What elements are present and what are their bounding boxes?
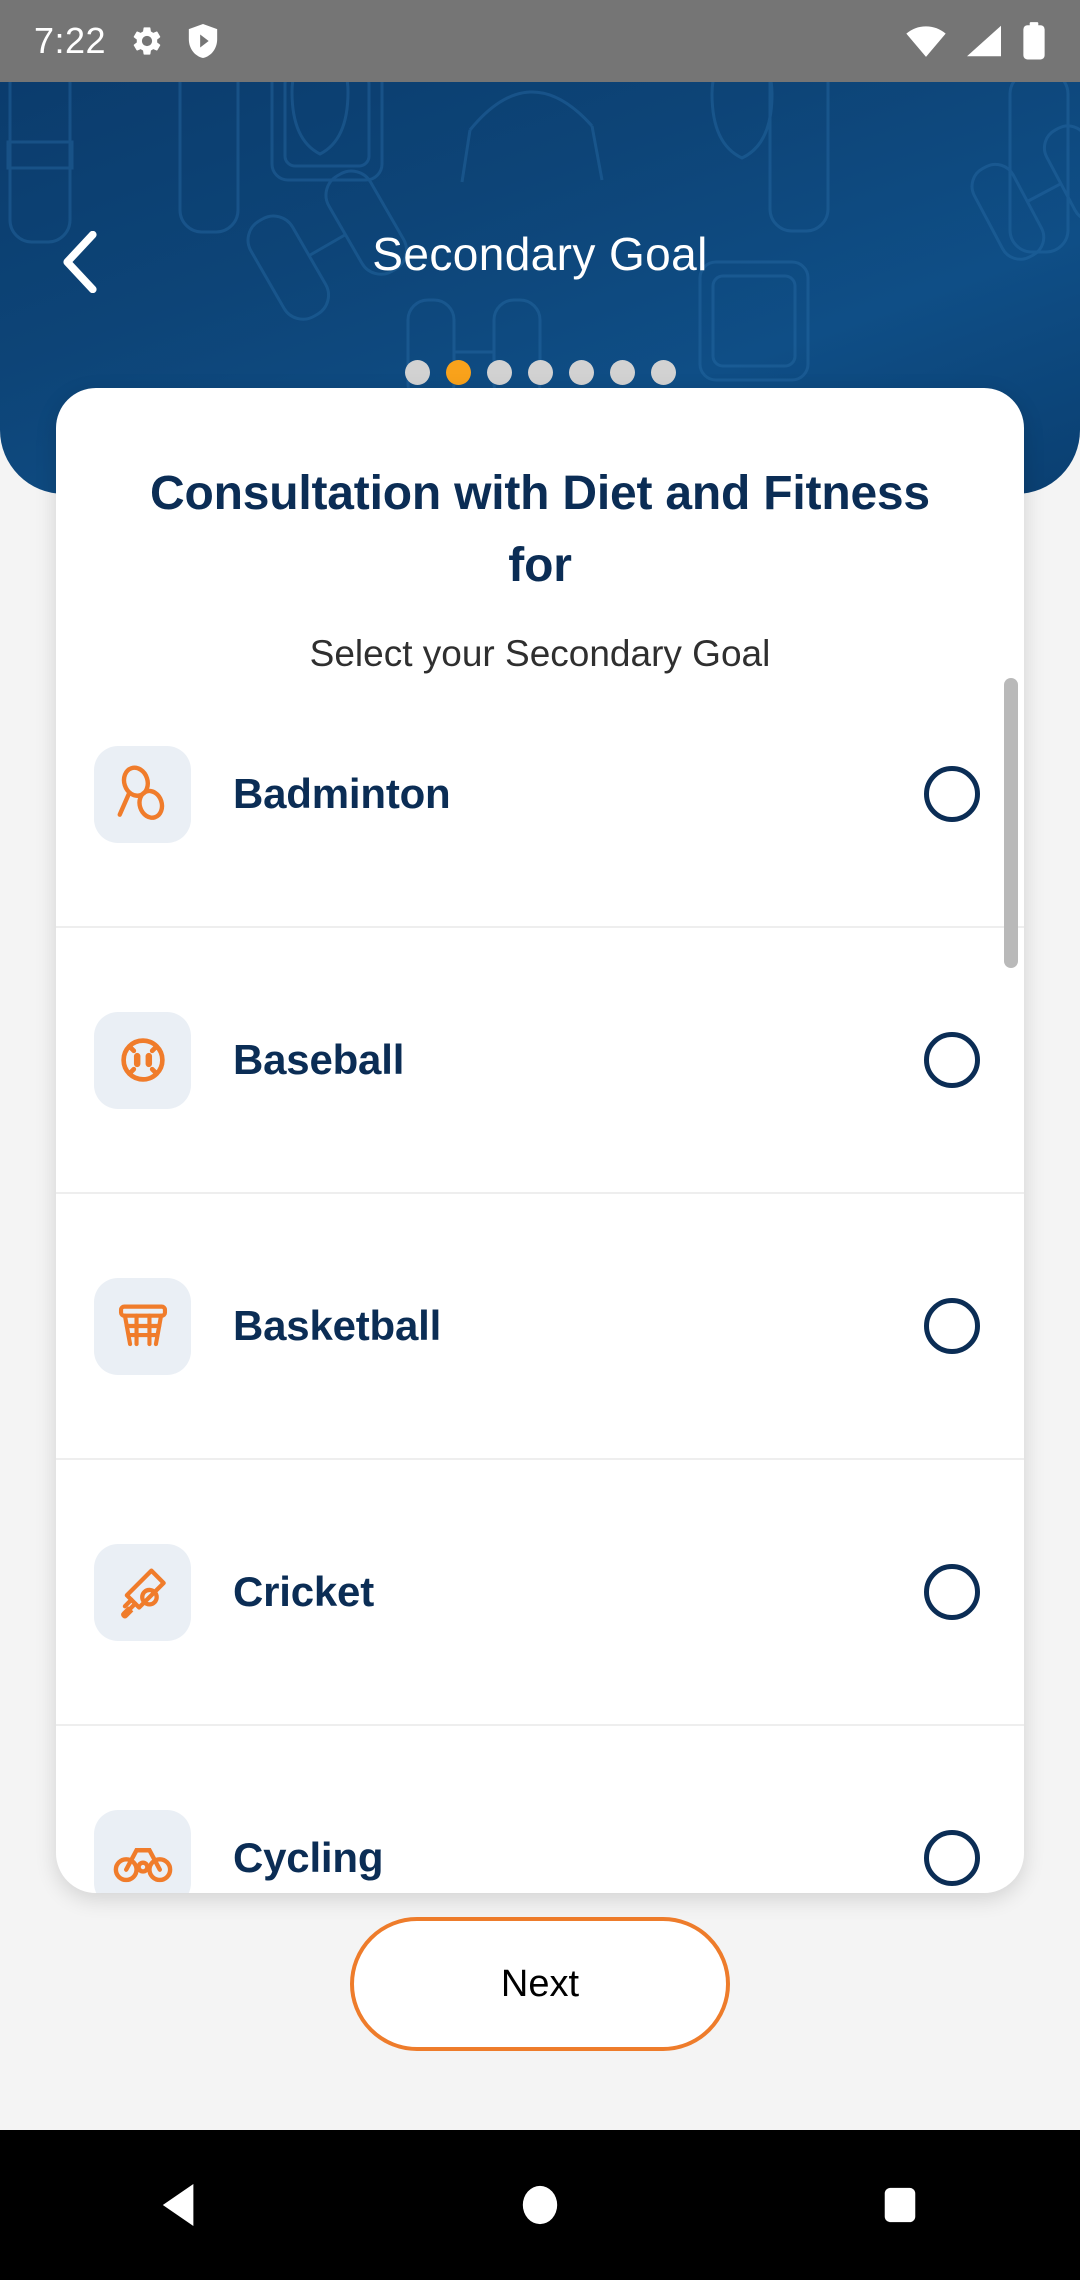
badminton-icon-container [94, 745, 191, 843]
gear-icon [133, 27, 161, 55]
nav-back-button[interactable] [105, 2130, 255, 2280]
pagination-dot-1[interactable] [404, 360, 430, 385]
pagination-dot-6[interactable] [609, 360, 635, 385]
option-row-cycling[interactable]: Cycling [56, 1726, 1024, 1893]
option-radio-cricket[interactable] [924, 1564, 980, 1620]
page-title: Secondary Goal [372, 228, 708, 280]
list-scrollbar[interactable] [1004, 662, 1018, 1893]
option-row-badminton[interactable]: Badminton [56, 662, 1024, 928]
list-scrollbar-thumb[interactable] [1004, 678, 1018, 968]
badminton-icon [117, 765, 164, 820]
baseball-icon [120, 1038, 165, 1082]
pagination-dot-5[interactable] [568, 360, 594, 385]
status-bar-clock: 7:22 [34, 20, 107, 61]
option-radio-cycling[interactable] [924, 1830, 980, 1886]
next-button[interactable]: Next [350, 1917, 730, 2051]
goal-options-list[interactable]: Badminton Baseball Basketball Cricket Cy… [56, 662, 1024, 1893]
option-label: Baseball [233, 1036, 405, 1083]
option-row-baseball[interactable]: Baseball [56, 928, 1024, 1194]
wifi-icon [906, 26, 946, 57]
option-label: Basketball [233, 1302, 442, 1349]
status-bar-right [906, 22, 1046, 60]
battery-icon [1023, 22, 1045, 60]
android-navigation-bar [0, 2130, 1080, 2280]
status-bar: 7:22 [0, 0, 1080, 82]
option-label: Cycling [233, 1834, 384, 1881]
cricket-icon-container [94, 1543, 191, 1641]
nav-recents-button[interactable] [825, 2130, 975, 2280]
app-screen: 7:22 Secondary Goal Consultation with Di… [0, 0, 1080, 2280]
pagination-dot-7[interactable] [650, 360, 676, 385]
recents-square-icon [884, 2187, 916, 2223]
pagination-dot-3[interactable] [486, 360, 512, 385]
option-label: Badminton [233, 770, 451, 817]
pagination-dot-4[interactable] [527, 360, 553, 385]
card-title: Consultation with Diet and Fitness for [150, 467, 930, 592]
option-row-cricket[interactable]: Cricket [56, 1460, 1024, 1726]
nav-home-button[interactable] [465, 2130, 615, 2280]
cycling-icon [113, 1848, 172, 1883]
option-radio-basketball[interactable] [924, 1298, 980, 1354]
basketball-icon-container [94, 1277, 191, 1375]
option-row-basketball[interactable]: Basketball [56, 1194, 1024, 1460]
footer-actions: Next [0, 1917, 1080, 2051]
status-bar-left: 7:22 [34, 20, 218, 62]
cricket-icon [120, 1568, 166, 1619]
shield-play-icon [188, 24, 218, 58]
back-triangle-icon [162, 2184, 194, 2226]
selection-card: Consultation with Diet and Fitness for S… [56, 388, 1024, 1893]
home-circle-icon [522, 2185, 558, 2225]
cellular-signal-icon [967, 25, 1001, 57]
basketball-icon [118, 1304, 167, 1347]
cycling-icon-container [94, 1809, 191, 1893]
baseball-icon-container [94, 1011, 191, 1109]
option-radio-badminton[interactable] [924, 766, 980, 822]
pagination-dot-2[interactable] [445, 360, 471, 385]
option-radio-baseball[interactable] [924, 1032, 980, 1088]
option-label: Cricket [233, 1568, 375, 1615]
step-pagination [0, 360, 1080, 385]
